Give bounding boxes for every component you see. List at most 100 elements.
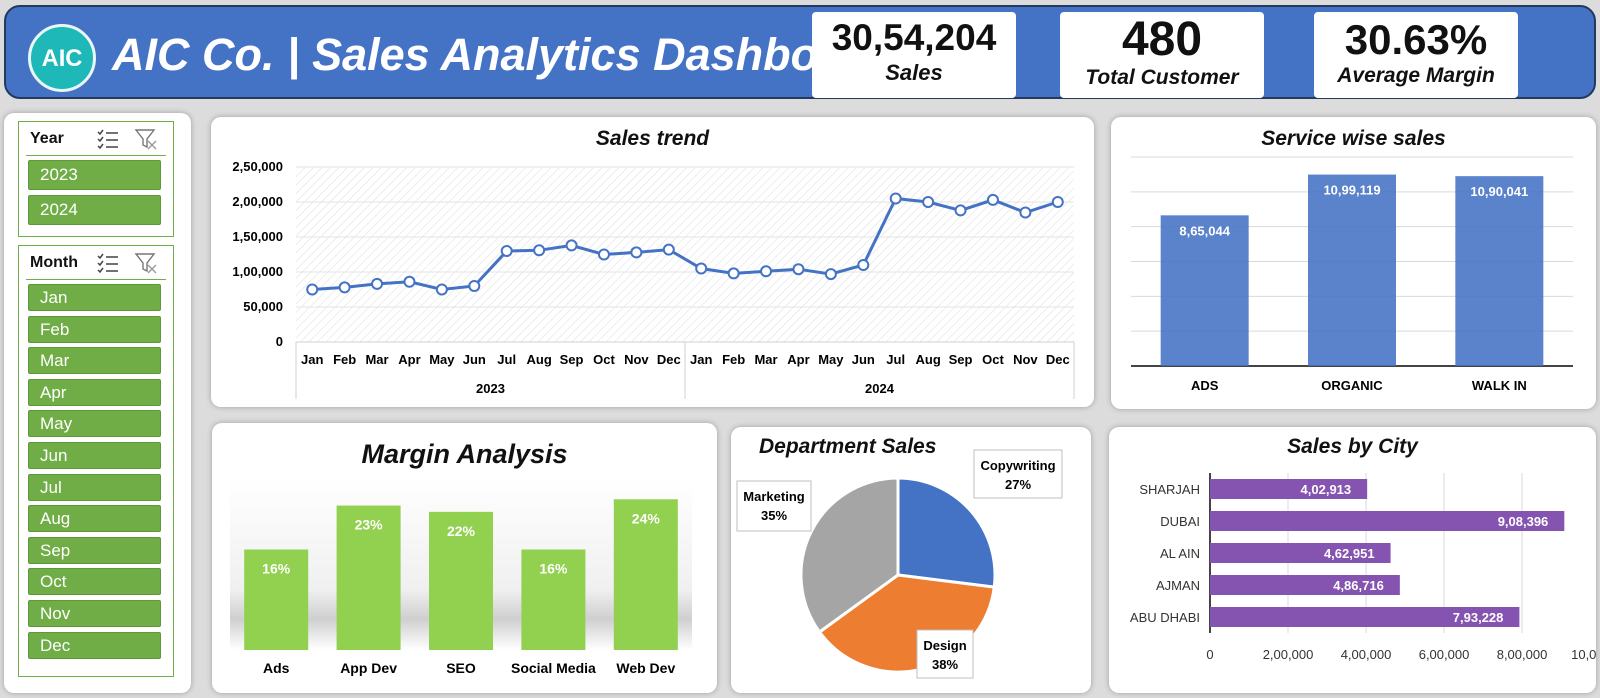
month-slicer-item-oct[interactable]: Oct	[28, 568, 161, 596]
multi-select-icon[interactable]	[96, 252, 120, 274]
month-slicer: Month Jan Feb Mar Apr May Jun Jul Aug Sep Oct Nov D…	[18, 245, 174, 677]
data-label: 4,02,913	[1301, 482, 1352, 497]
month-slicer-item-jan[interactable]: Jan	[28, 284, 161, 311]
data-point	[695, 262, 708, 275]
data-point	[760, 265, 773, 278]
month-slicer-item-apr[interactable]: Apr	[28, 378, 161, 406]
x-tick-label: 8,00,000	[1497, 647, 1548, 662]
x-tick-label: 2,00,000	[1263, 647, 1314, 662]
data-label: 16%	[539, 561, 568, 577]
data-point	[565, 239, 578, 252]
month-slicer-header: Month	[26, 246, 166, 280]
y-tick-label: DUBAI	[1160, 514, 1200, 529]
data-point	[727, 267, 740, 280]
kpi-margin-card: 30.63% Average Margin	[1314, 12, 1518, 98]
x-tick-label: ORGANIC	[1321, 378, 1383, 393]
bar	[1455, 176, 1544, 366]
data-label: 22%	[447, 523, 476, 539]
x-tick-label: SEO	[446, 660, 476, 676]
x-tick-label: Jan	[301, 352, 323, 367]
x-tick-label: Oct	[982, 352, 1004, 367]
year-slicer-item-2023[interactable]: 2023	[28, 160, 161, 190]
month-slicer-item-sep[interactable]: Sep	[28, 536, 161, 564]
month-slicer-item-feb[interactable]: Feb	[28, 315, 161, 343]
month-slicer-item-dec[interactable]: Dec	[28, 631, 161, 659]
data-point	[922, 196, 935, 208]
kpi-customers-label: Total Customer	[1085, 66, 1239, 89]
slice-percent: 38%	[932, 657, 958, 672]
margin-analysis-chart: 16% Ads 23% App Dev 22% SEO 16% Social Media 24%…	[230, 477, 692, 676]
kpi-margin-label: Average Margin	[1337, 64, 1495, 87]
month-slicer-item-nov[interactable]: Nov	[28, 600, 161, 627]
y-tick-label: 1,00,000	[232, 264, 283, 279]
y-tick-label: SHARJAH	[1139, 482, 1200, 497]
x-tick-label: Dec	[657, 352, 681, 367]
kpi-customers-value: 480	[1121, 13, 1203, 66]
x-tick-label: Jun	[852, 352, 875, 367]
month-slicer-title: Month	[30, 254, 78, 271]
data-label: 8,65,044	[1179, 223, 1230, 238]
sales-trend-chart: 2,50,000 2,00,000 1,50,000 1,00,000 50,000 0 J…	[232, 159, 1075, 399]
service-sales-chart: 8,65,044 ADS 10,99,119 ORGANIC 10,90,041 WALK…	[1131, 156, 1573, 393]
x-tick-label: May	[818, 352, 844, 367]
clear-filter-icon[interactable]	[134, 128, 158, 150]
x-tick-label: Oct	[593, 352, 615, 367]
group-label: 2023	[476, 381, 505, 396]
year-slicer-item-2024[interactable]: 2024	[28, 195, 161, 225]
department-sales-chart: Copywriting 27% Design 38% Marketing 35%	[736, 449, 1063, 679]
department-sales-card: Department Sales Copywriting 27% Design 38%…	[731, 427, 1091, 693]
x-tick-label: Nov	[1013, 352, 1038, 367]
y-tick-label: AJMAN	[1156, 578, 1200, 593]
data-point	[435, 283, 448, 296]
data-point	[889, 192, 902, 205]
clear-filter-icon[interactable]	[134, 252, 158, 274]
month-slicer-item-aug[interactable]: Aug	[28, 505, 161, 533]
kpi-sales-label: Sales	[885, 60, 943, 85]
data-label: 10,90,041	[1470, 184, 1528, 199]
data-point	[986, 193, 999, 206]
x-tick-label: 10,00,000	[1571, 647, 1596, 662]
month-slicer-item-jul[interactable]: Jul	[28, 473, 161, 501]
month-slicer-item-mar[interactable]: Mar	[28, 347, 161, 375]
slice-name: Copywriting	[980, 458, 1055, 473]
x-tick-label: Jul	[886, 352, 905, 367]
data-point	[1051, 196, 1064, 208]
data-label: 9,08,396	[1498, 514, 1549, 529]
y-tick-label: 2,00,000	[232, 194, 283, 209]
multi-select-icon[interactable]	[96, 128, 120, 150]
y-tick-label: AL AIN	[1160, 546, 1200, 561]
kpi-sales-card: 30,54,204 Sales	[812, 12, 1016, 98]
city-sales-chart: 0 2,00,000 4,00,000 6,00,000 8,00,000 10,00,0…	[1130, 473, 1596, 662]
sales-trend-card: Sales trend 2,50,000 2,00,000 1,50,000 1,00…	[211, 117, 1094, 407]
month-slicer-item-jun[interactable]: Jun	[28, 442, 161, 469]
data-point	[306, 283, 319, 296]
data-label: 16%	[262, 561, 291, 577]
x-tick-label: Jun	[463, 352, 486, 367]
x-tick-label: App Dev	[340, 660, 397, 676]
data-label: 10,99,119	[1323, 183, 1380, 198]
data-label: 7,93,228	[1453, 610, 1504, 625]
slice-name: Design	[923, 638, 966, 653]
x-tick-label: Aug	[526, 352, 551, 367]
company-logo: AIC	[28, 24, 96, 92]
slice-percent: 27%	[1005, 477, 1031, 492]
year-slicer-header: Year	[26, 122, 166, 156]
bar	[1308, 174, 1396, 366]
slice-percent: 35%	[761, 508, 787, 523]
plot-area	[296, 167, 1074, 342]
group-label: 2024	[865, 381, 895, 396]
data-point	[371, 277, 384, 290]
x-tick-label: Mar	[754, 352, 777, 367]
y-tick-label: 2,50,000	[232, 159, 283, 174]
x-tick-label: May	[429, 352, 455, 367]
pie-data-label: Copywriting 27%	[973, 449, 1063, 499]
month-slicer-item-may[interactable]: May	[28, 410, 161, 438]
x-tick-label: Apr	[787, 352, 809, 367]
y-tick-label: 50,000	[243, 299, 283, 314]
x-tick-label: Nov	[624, 352, 649, 367]
data-point	[338, 281, 351, 294]
data-point	[662, 243, 675, 256]
logo-text: AIC	[42, 46, 83, 72]
x-tick-label: WALK IN	[1472, 378, 1527, 393]
x-tick-label: Apr	[398, 352, 420, 367]
